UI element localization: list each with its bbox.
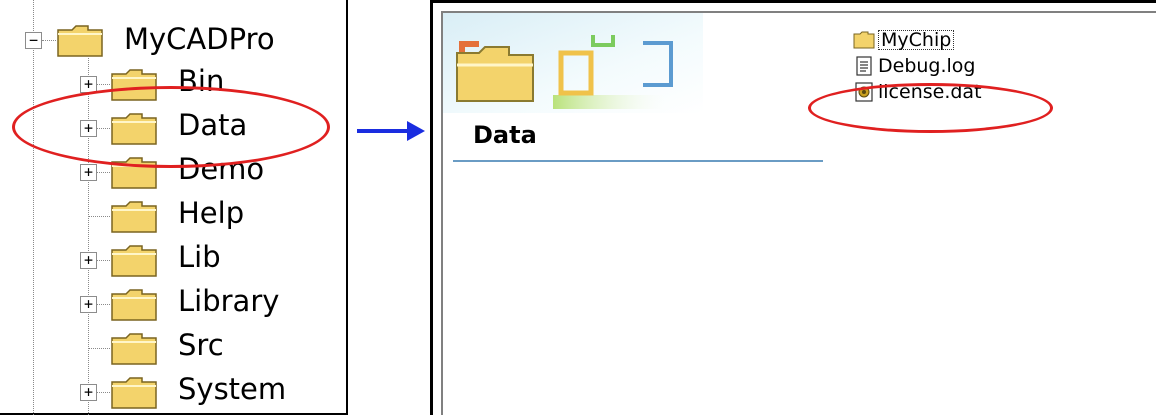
expand-toggle-bin[interactable]: + bbox=[80, 76, 97, 93]
explorer-window: Data MyChip Debug.log license.dat bbox=[430, 0, 1156, 415]
folder-title: Data bbox=[473, 121, 537, 149]
folder-icon bbox=[111, 69, 157, 101]
explorer-content-area: Data MyChip Debug.log license.dat bbox=[441, 11, 1156, 415]
tree-guide-line bbox=[96, 304, 110, 305]
file-item-license-dat[interactable]: license.dat bbox=[853, 81, 982, 103]
tree-guide-line bbox=[96, 128, 110, 129]
expand-toggle-data[interactable]: + bbox=[80, 120, 97, 137]
folder-icon bbox=[111, 201, 157, 233]
tree-item-label[interactable]: Data bbox=[178, 108, 247, 142]
file-name: MyChip bbox=[878, 30, 955, 50]
folder-icon bbox=[111, 245, 157, 277]
tree-item-label[interactable]: Bin bbox=[178, 64, 224, 98]
tree-item-label[interactable]: Src bbox=[178, 328, 224, 362]
folder-icon bbox=[111, 157, 157, 189]
tree-guide-line bbox=[96, 260, 110, 261]
screenshot-canvas: − MyCADPro + Bin + Data + Demo Help + Li… bbox=[0, 0, 1156, 415]
folder-tree-panel: − MyCADPro + Bin + Data + Demo Help + Li… bbox=[0, 0, 348, 415]
expand-toggle-library[interactable]: + bbox=[80, 296, 97, 313]
file-item-mychip[interactable]: MyChip bbox=[853, 29, 955, 51]
tree-item-label[interactable]: Demo bbox=[178, 152, 264, 186]
arrow-right-icon bbox=[357, 121, 425, 141]
folder-icon bbox=[111, 113, 157, 145]
collapse-toggle-mycadpro[interactable]: − bbox=[25, 32, 42, 49]
expand-toggle-system[interactable]: + bbox=[80, 384, 97, 401]
tree-item-label[interactable]: Library bbox=[178, 284, 279, 318]
expand-toggle-demo[interactable]: + bbox=[80, 164, 97, 181]
tree-item-label[interactable]: Help bbox=[178, 196, 244, 230]
tree-item-label[interactable]: MyCADPro bbox=[124, 22, 275, 56]
file-name: Debug.log bbox=[878, 55, 976, 77]
folder-icon bbox=[111, 289, 157, 321]
tree-guide-line bbox=[33, 0, 34, 415]
expand-toggle-lib[interactable]: + bbox=[80, 252, 97, 269]
folder-icon bbox=[57, 25, 103, 57]
tree-guide-line bbox=[42, 40, 56, 41]
tree-item-label[interactable]: System bbox=[178, 372, 286, 406]
title-divider bbox=[453, 160, 823, 162]
dat-file-icon bbox=[855, 82, 873, 102]
tree-guide-line bbox=[96, 84, 110, 85]
data-highlight-ellipse bbox=[12, 86, 330, 168]
folder-icon bbox=[853, 31, 875, 49]
tree-guide-line bbox=[96, 172, 110, 173]
tree-guide-line bbox=[88, 348, 110, 349]
folder-icon bbox=[111, 377, 157, 409]
text-file-icon bbox=[856, 56, 872, 76]
tree-item-label[interactable]: Lib bbox=[178, 240, 221, 274]
tree-guide-line bbox=[88, 216, 110, 217]
file-name: license.dat bbox=[878, 81, 982, 103]
tree-guide-line bbox=[88, 58, 89, 415]
tree-guide-line bbox=[96, 392, 110, 393]
folder-icon bbox=[111, 333, 157, 365]
file-item-debug-log[interactable]: Debug.log bbox=[853, 55, 976, 77]
